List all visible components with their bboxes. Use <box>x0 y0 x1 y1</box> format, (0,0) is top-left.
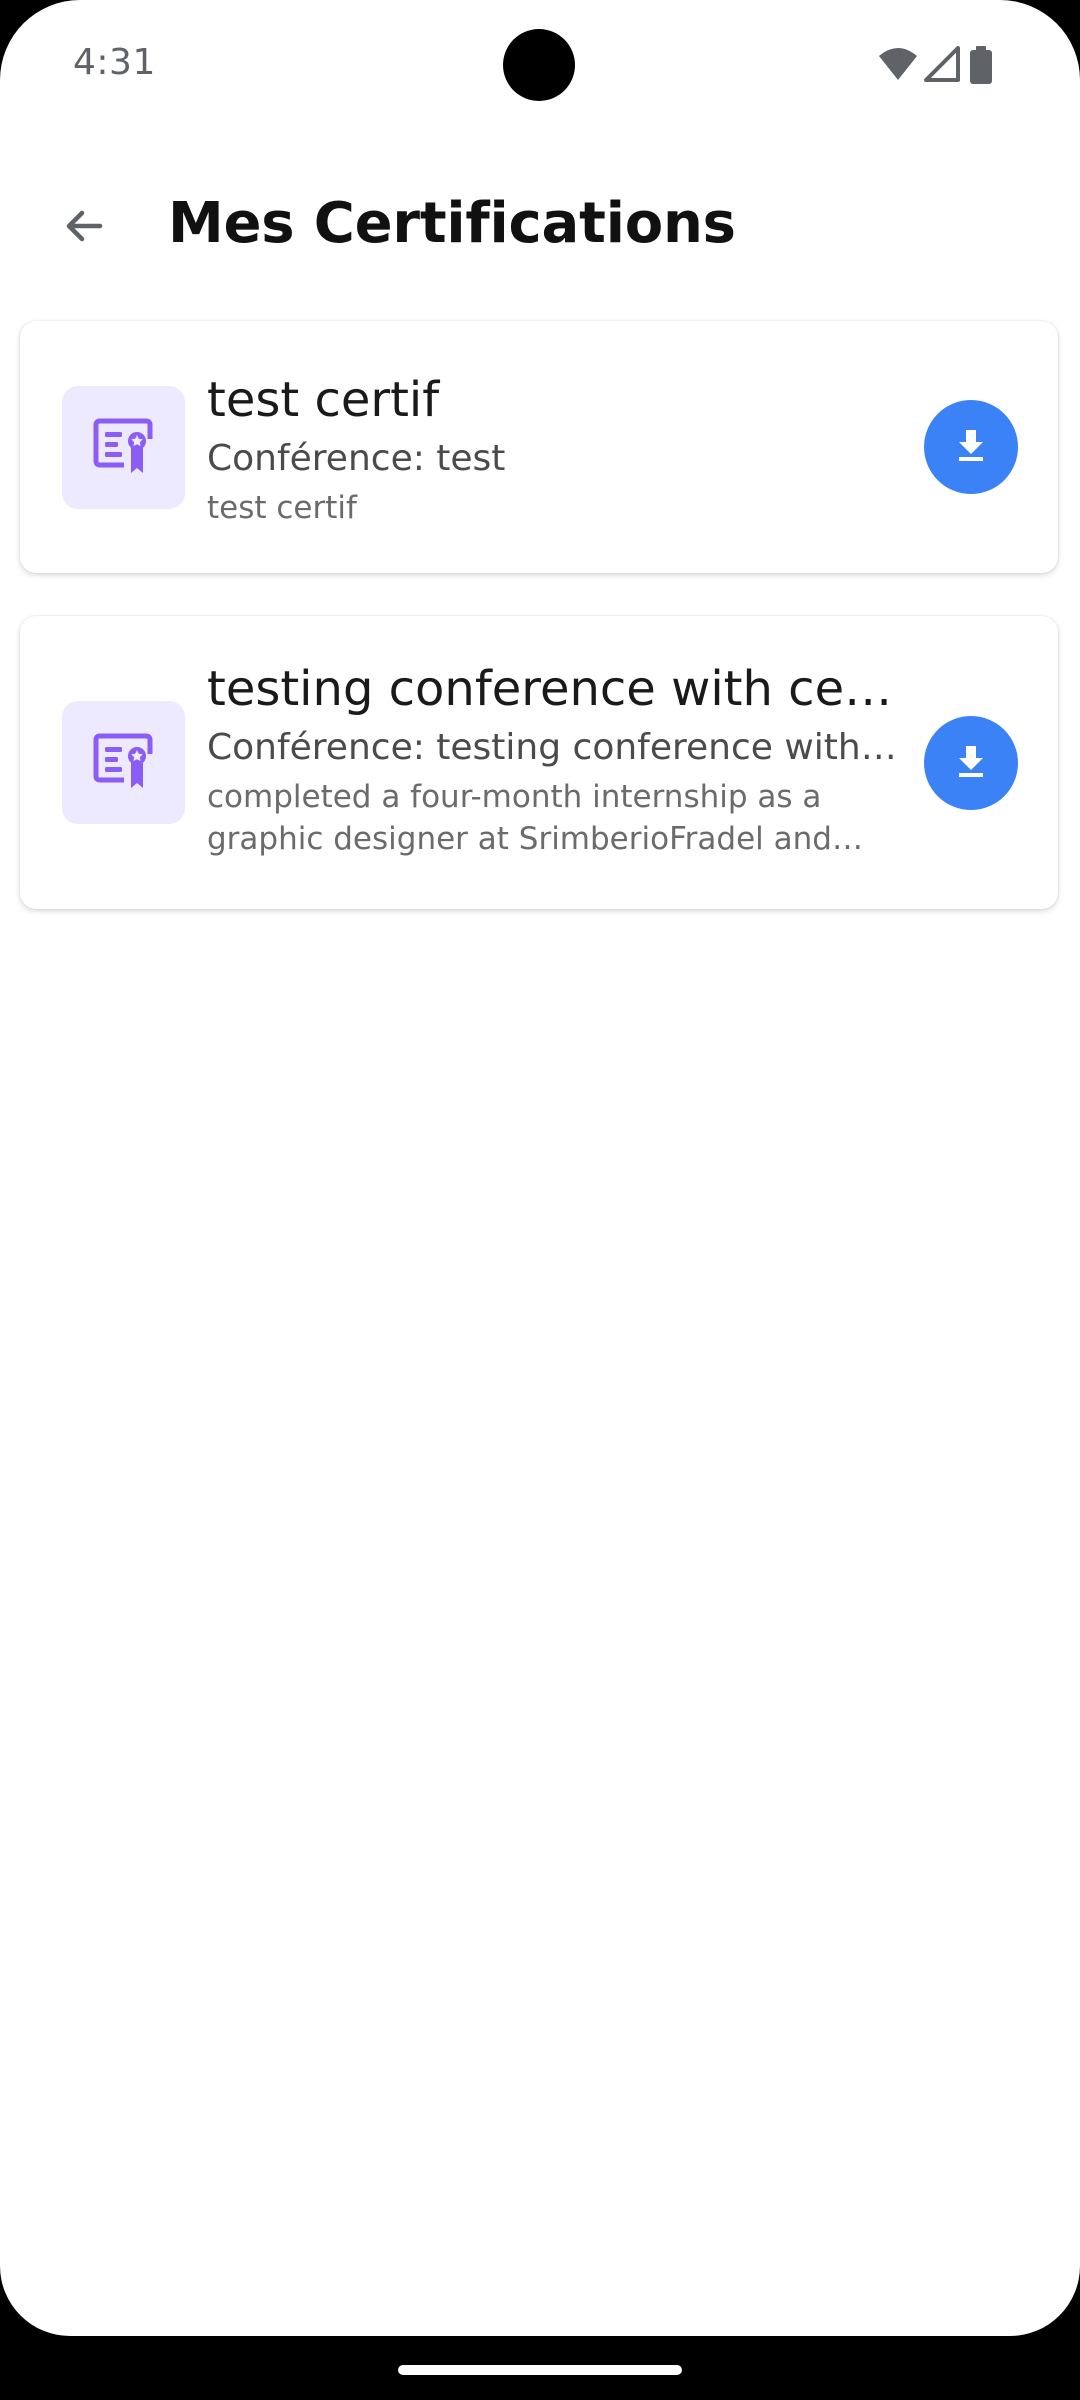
certification-title: testing conference with certi... <box>207 661 907 717</box>
certificate-thumbnail <box>62 386 185 509</box>
signal-icon <box>924 46 960 86</box>
certification-text: test certif Conférence: test test certif <box>207 369 907 529</box>
download-button[interactable] <box>924 400 1018 494</box>
status-icons <box>878 46 1008 86</box>
certification-title: test certif <box>207 372 440 428</box>
certificate-thumbnail <box>62 701 185 824</box>
certification-card[interactable]: testing conference with certi... Confére… <box>20 616 1058 909</box>
battery-icon <box>970 46 992 88</box>
app-bar: Mes Certifications <box>0 160 1080 280</box>
front-camera-cutout <box>503 29 575 101</box>
gesture-nav-handle[interactable] <box>398 2365 682 2375</box>
wifi-icon <box>878 46 918 86</box>
certification-text: testing conference with certi... Confére… <box>207 658 907 860</box>
certification-description: completed a four-month internship as a g… <box>207 779 832 857</box>
page-title: Mes Certifications <box>168 191 736 256</box>
status-bar: 4:31 <box>0 0 1080 130</box>
certification-description: test certif <box>207 490 357 526</box>
app-screen: 4:31 Mes Certifications test certif Conf… <box>0 0 1080 2336</box>
arrow-left-icon <box>60 202 108 254</box>
download-button[interactable] <box>924 716 1018 810</box>
download-icon <box>951 741 991 785</box>
certificate-icon <box>91 728 157 798</box>
certification-conference: Conférence: testing conference with c... <box>207 727 907 768</box>
back-button[interactable] <box>42 186 126 270</box>
certificate-icon <box>91 413 157 483</box>
certification-card[interactable]: test certif Conférence: test test certif <box>20 321 1058 573</box>
download-icon <box>951 425 991 469</box>
certification-conference: Conférence: test <box>207 438 506 479</box>
status-time: 4:31 <box>73 42 156 83</box>
